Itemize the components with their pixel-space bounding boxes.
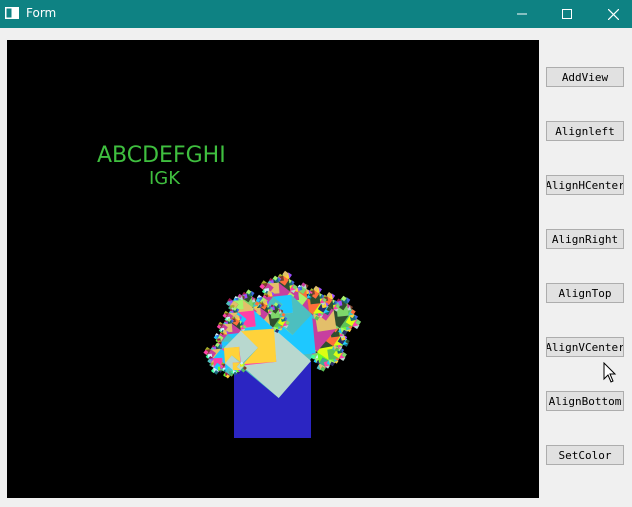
window-icon bbox=[5, 7, 19, 19]
title-bar: Form bbox=[0, 0, 632, 28]
pythagoras-tree bbox=[203, 270, 362, 438]
window-title: Form bbox=[26, 6, 57, 20]
close-button[interactable] bbox=[590, 0, 632, 28]
align-top-button[interactable]: AlignTop bbox=[546, 283, 624, 303]
align-hcenter-button[interactable]: AlignHCenter bbox=[546, 175, 624, 195]
close-icon bbox=[607, 8, 619, 20]
align-right-button[interactable]: AlignRight bbox=[546, 229, 624, 249]
minimize-button[interactable] bbox=[499, 0, 545, 28]
maximize-button[interactable] bbox=[544, 0, 590, 28]
minimize-icon bbox=[517, 13, 527, 15]
mouse-pointer-icon bbox=[603, 362, 617, 383]
maximize-icon bbox=[562, 9, 572, 19]
align-vcenter-button[interactable]: AlignVCenter bbox=[546, 337, 624, 357]
drawing-canvas[interactable]: ABCDEFGHI IGK bbox=[7, 40, 539, 498]
set-color-button[interactable]: SetColor bbox=[546, 445, 624, 465]
add-view-button[interactable]: AddView bbox=[546, 67, 624, 87]
align-bottom-button[interactable]: AlignBottom bbox=[546, 391, 624, 411]
align-left-button[interactable]: Alignleft bbox=[546, 121, 624, 141]
